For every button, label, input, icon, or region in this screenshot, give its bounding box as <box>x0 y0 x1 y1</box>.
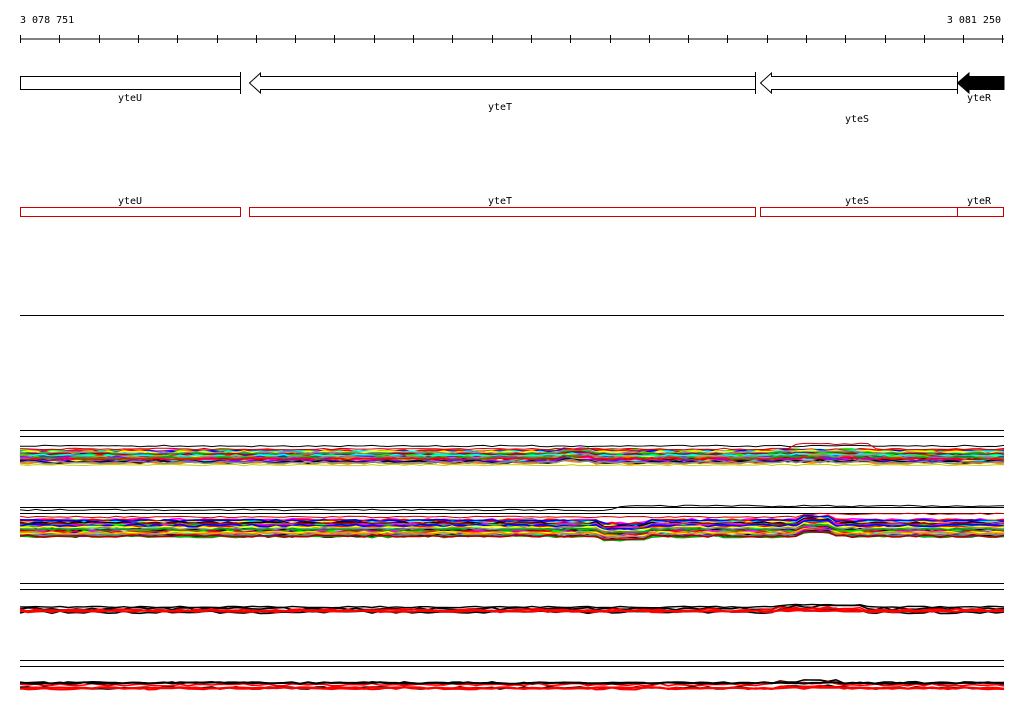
expression-track-1 <box>19 442 1005 467</box>
gene-label-yteT: yteT <box>488 102 512 113</box>
genome-browser-view: 3 078 751 3 081 250 yteU yteT yteS yteR … <box>0 0 1024 714</box>
feature-label-yteT: yteT <box>488 196 512 207</box>
feature-label-yteR: yteR <box>967 196 992 207</box>
genome-canvas: 3 078 751 3 081 250 yteU yteT yteS yteR … <box>19 15 1005 691</box>
coord-start-label: 3 078 751 <box>20 15 74 26</box>
gene-label-yteS: yteS <box>845 114 869 125</box>
feature-label-yteS: yteS <box>845 196 869 207</box>
feature-track: yteU yteT yteS yteR <box>20 196 1004 217</box>
coordinate-axis: 3 078 751 3 081 250 <box>20 15 1004 43</box>
expression-profile-line <box>19 609 1005 613</box>
expression-profile-line <box>19 463 1004 467</box>
gene-arrow-yteU[interactable]: yteU <box>20 72 241 104</box>
expression-track-3 <box>19 603 1005 615</box>
gene-arrow-yteS[interactable]: yteS <box>759 71 958 125</box>
expression-track-2 <box>19 504 1005 542</box>
gene-track: yteU yteT yteS yteR <box>20 71 1005 125</box>
expression-profile-line <box>20 444 1005 448</box>
expression-profile-line <box>19 686 1005 690</box>
gene-label-yteU: yteU <box>118 93 142 104</box>
track-separators <box>20 315 1004 667</box>
feature-box-yteS[interactable]: yteS <box>760 196 958 217</box>
coord-end-label: 3 081 250 <box>947 15 1001 26</box>
feature-box-yteU[interactable]: yteU <box>20 196 241 217</box>
gene-arrow-yteT[interactable]: yteT <box>248 71 756 113</box>
feature-box-yteR[interactable]: yteR <box>957 196 1004 217</box>
expression-track-4 <box>19 678 1005 691</box>
gene-arrow-yteR[interactable]: yteR <box>956 71 1005 104</box>
gene-label-yteR: yteR <box>967 93 992 104</box>
expression-profile-line <box>19 681 1004 685</box>
feature-box-yteT[interactable]: yteT <box>249 196 756 217</box>
feature-label-yteU: yteU <box>118 196 142 207</box>
